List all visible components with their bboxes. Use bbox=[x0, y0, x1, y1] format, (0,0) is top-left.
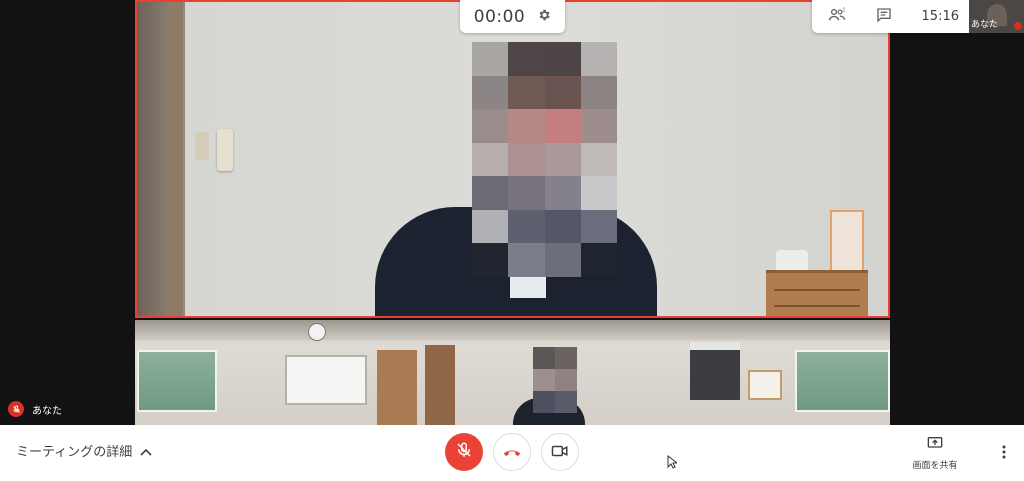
desk-phone bbox=[776, 250, 808, 272]
meeting-details-label: ミーティングの詳細 bbox=[16, 445, 133, 460]
wall-poster bbox=[748, 370, 782, 400]
door bbox=[377, 350, 417, 425]
top-right-toolbar: 1 15:16 bbox=[812, 0, 969, 33]
camera-toggle-button[interactable] bbox=[541, 433, 579, 471]
door-secondary bbox=[425, 345, 455, 425]
door-frame bbox=[167, 2, 183, 316]
present-screen-button[interactable]: 画面を共有 bbox=[906, 435, 964, 471]
call-controls-bar: ミーティングの詳細 画面を共有 bbox=[0, 425, 1024, 481]
video-stage: 00:00 1 15:16 あなた あなた bbox=[0, 0, 1024, 425]
pixelated-face-panorama bbox=[533, 347, 577, 413]
meeting-timer-panel: 00:00 bbox=[460, 0, 565, 33]
mouse-cursor-icon bbox=[667, 454, 679, 473]
meeting-timer: 00:00 bbox=[473, 6, 526, 27]
self-name-label: あなた bbox=[32, 405, 62, 417]
pixelated-face bbox=[472, 42, 617, 277]
clock: 15:16 bbox=[921, 9, 959, 24]
mic-toggle-button[interactable] bbox=[445, 433, 483, 471]
phone-hangup-icon bbox=[502, 443, 522, 462]
svg-text:1: 1 bbox=[842, 7, 845, 13]
hangup-button[interactable] bbox=[493, 433, 531, 471]
mic-off-indicator-icon bbox=[1014, 22, 1022, 30]
mic-off-badge-icon bbox=[8, 401, 24, 417]
window-right bbox=[795, 350, 890, 412]
more-vert-icon bbox=[1002, 444, 1006, 463]
mic-off-icon bbox=[455, 441, 473, 463]
present-screen-label: 画面を共有 bbox=[912, 461, 958, 471]
chat-icon[interactable] bbox=[876, 7, 892, 27]
gear-icon[interactable] bbox=[537, 7, 551, 26]
ceiling bbox=[135, 320, 890, 340]
present-screen-icon bbox=[927, 435, 943, 454]
self-name-tag: あなた bbox=[8, 401, 62, 417]
cabinet bbox=[766, 270, 868, 316]
picture-frames bbox=[830, 210, 864, 274]
self-preview-thumbnail[interactable]: あなた bbox=[969, 0, 1024, 33]
whiteboard bbox=[285, 355, 367, 405]
wall-remote bbox=[217, 129, 233, 171]
more-options-button[interactable] bbox=[996, 443, 1012, 463]
panorama-video[interactable] bbox=[135, 320, 890, 425]
videocam-icon bbox=[551, 443, 569, 462]
wall-thermostat bbox=[195, 132, 209, 160]
display-screen bbox=[690, 342, 740, 400]
chevron-up-icon bbox=[140, 441, 152, 460]
meeting-details-button[interactable]: ミーティングの詳細 bbox=[16, 441, 152, 460]
self-thumb-label: あなた bbox=[971, 20, 999, 30]
window-left bbox=[137, 350, 217, 412]
wall-clock bbox=[308, 323, 326, 341]
main-speaker-video[interactable] bbox=[135, 0, 890, 318]
people-icon[interactable]: 1 bbox=[828, 7, 846, 27]
